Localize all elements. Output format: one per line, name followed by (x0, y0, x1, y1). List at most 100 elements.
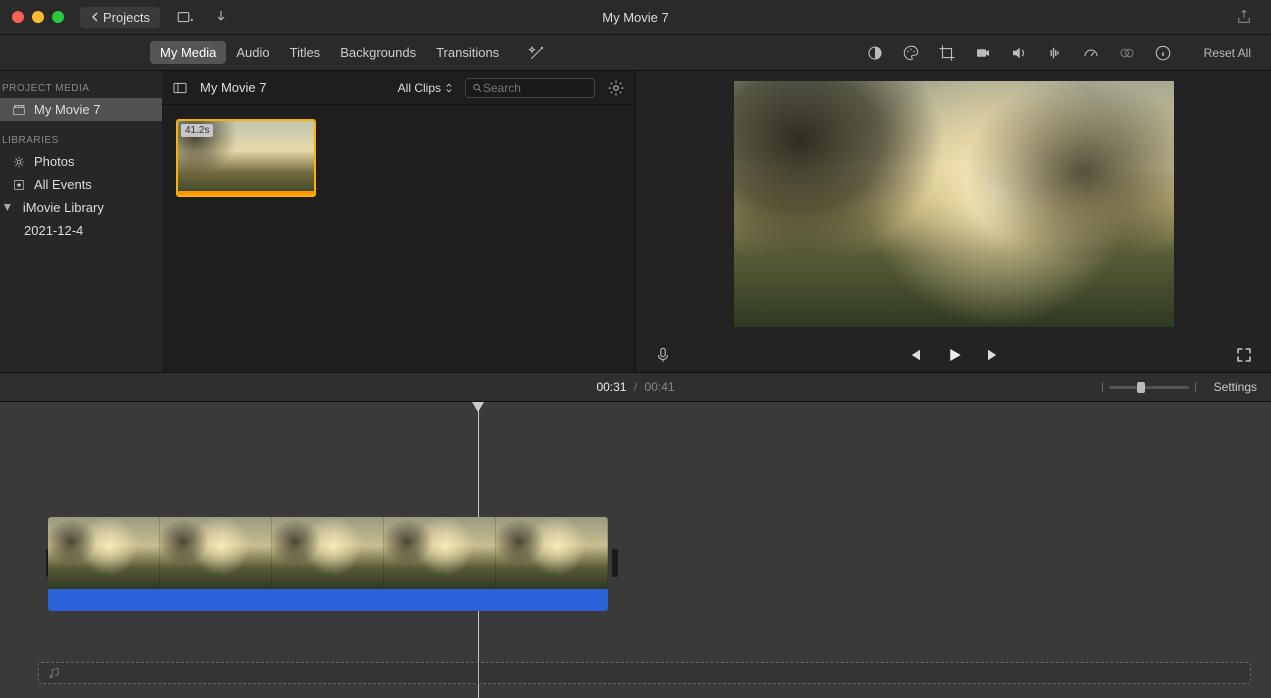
viewer-controls (636, 337, 1271, 372)
tab-transitions[interactable]: Transitions (426, 41, 509, 64)
clips-area: 41.2s (162, 105, 635, 372)
info-icon (1154, 44, 1172, 62)
clip-filter-dropdown[interactable]: All Clips (398, 81, 453, 95)
disclosure-triangle-icon[interactable]: ▶ (2, 204, 13, 211)
fullscreen-icon (1235, 346, 1253, 364)
sidebar-all-events-label: All Events (34, 177, 92, 192)
clip-video-track (48, 517, 608, 589)
import-media-button[interactable] (176, 8, 194, 26)
next-button[interactable] (985, 346, 1003, 364)
adjust-toolbar: Reset All (866, 44, 1271, 62)
sidebar-item-photos[interactable]: Photos (0, 150, 162, 173)
overlap-circles-icon (1118, 44, 1136, 62)
timeline[interactable] (0, 402, 1271, 698)
chevron-left-icon (90, 12, 100, 22)
music-note-icon (47, 666, 61, 680)
fullscreen-button[interactable] (1235, 346, 1253, 364)
tabs-row: My Media Audio Titles Backgrounds Transi… (0, 34, 1271, 70)
color-balance-icon (866, 44, 884, 62)
browser-title: My Movie 7 (200, 80, 266, 95)
previous-button[interactable] (905, 346, 923, 364)
sidebar-library-label: iMovie Library (23, 200, 104, 215)
zoom-knob[interactable] (1137, 382, 1145, 393)
palette-icon (902, 44, 920, 62)
tab-my-media[interactable]: My Media (150, 41, 226, 64)
browser-header: My Movie 7 All Clips (162, 71, 635, 105)
speedometer-icon (1082, 44, 1100, 62)
photos-flower-icon (12, 155, 26, 169)
timeline-header: 00:31 / 00:41 Settings (0, 372, 1271, 402)
volume-button[interactable] (1010, 44, 1028, 62)
current-time: 00:31 (596, 380, 626, 394)
tab-audio[interactable]: Audio (226, 41, 279, 64)
speaker-icon (1010, 44, 1028, 62)
sidebar-photos-label: Photos (34, 154, 74, 169)
color-balance-button[interactable] (866, 44, 884, 62)
libraries-header: LIBRARIES (0, 131, 162, 150)
clip-handle-right[interactable] (612, 549, 618, 577)
magic-wand-icon (527, 43, 547, 63)
search-field-wrapper[interactable] (465, 78, 595, 98)
time-separator: / (634, 380, 637, 394)
speed-button[interactable] (1082, 44, 1100, 62)
zoom-window-button[interactable] (52, 11, 64, 23)
updown-chevron-icon (445, 82, 453, 94)
tab-backgrounds[interactable]: Backgrounds (330, 41, 426, 64)
library-sidebar: PROJECT MEDIA My Movie 7 LIBRARIES Photo… (0, 71, 162, 372)
download-button[interactable] (212, 8, 230, 26)
viewer-canvas[interactable] (636, 71, 1271, 337)
clapperboard-icon (12, 103, 26, 117)
projects-back-button[interactable]: Projects (80, 7, 160, 28)
sidebar-item-all-events[interactable]: All Events (0, 173, 162, 196)
tab-titles[interactable]: Titles (280, 41, 331, 64)
color-correction-button[interactable] (902, 44, 920, 62)
window-controls (0, 11, 64, 23)
timecode-display: 00:31 / 00:41 (596, 380, 674, 394)
download-arrow-icon (212, 8, 230, 26)
share-icon (1235, 8, 1253, 26)
sidebar-item-project[interactable]: My Movie 7 (0, 98, 162, 121)
play-button[interactable] (945, 346, 963, 364)
timeline-settings-button[interactable]: Settings (1214, 380, 1257, 394)
sidebar-item-event[interactable]: 2021-12-4 (0, 219, 162, 242)
clip-thumbnail[interactable]: 41.2s (176, 119, 316, 197)
browser-settings-button[interactable] (607, 79, 625, 97)
star-box-icon (12, 178, 26, 192)
close-window-button[interactable] (12, 11, 24, 23)
window-title: My Movie 7 (602, 10, 668, 25)
share-button[interactable] (1235, 8, 1253, 26)
sidebar-toggle-icon (172, 80, 188, 96)
toggle-sidebar-button[interactable] (172, 80, 188, 96)
crop-icon (938, 44, 956, 62)
viewer (636, 71, 1271, 372)
preview-frame (734, 81, 1174, 327)
zoom-slider[interactable] (1098, 382, 1200, 392)
gear-icon (607, 79, 625, 97)
minimize-window-button[interactable] (32, 11, 44, 23)
search-icon (472, 82, 483, 94)
skip-back-icon (905, 346, 923, 364)
stabilization-button[interactable] (974, 44, 992, 62)
camera-icon (974, 44, 992, 62)
sidebar-project-label: My Movie 7 (34, 102, 100, 117)
sidebar-item-imovie-library[interactable]: ▶ iMovie Library (0, 196, 162, 219)
clip-filter-button[interactable] (1118, 44, 1136, 62)
titlebar: Projects My Movie 7 (0, 0, 1271, 34)
info-button[interactable] (1154, 44, 1172, 62)
enhance-button[interactable] (527, 43, 547, 63)
noise-reduction-button[interactable] (1046, 44, 1064, 62)
background-audio-track[interactable] (38, 662, 1251, 684)
voiceover-button[interactable] (654, 346, 672, 364)
skip-forward-icon (985, 346, 1003, 364)
play-icon (945, 346, 963, 364)
clip-browser: My Movie 7 All Clips 41.2s (162, 71, 636, 372)
equalizer-icon (1046, 44, 1064, 62)
reset-all-button[interactable]: Reset All (1204, 46, 1251, 60)
crop-button[interactable] (938, 44, 956, 62)
timeline-clip[interactable] (48, 517, 608, 611)
filmstrip-icon (176, 8, 194, 26)
projects-label: Projects (103, 10, 150, 25)
total-time: 00:41 (645, 380, 675, 394)
media-tabs: My Media Audio Titles Backgrounds Transi… (150, 41, 509, 64)
search-input[interactable] (483, 81, 588, 95)
